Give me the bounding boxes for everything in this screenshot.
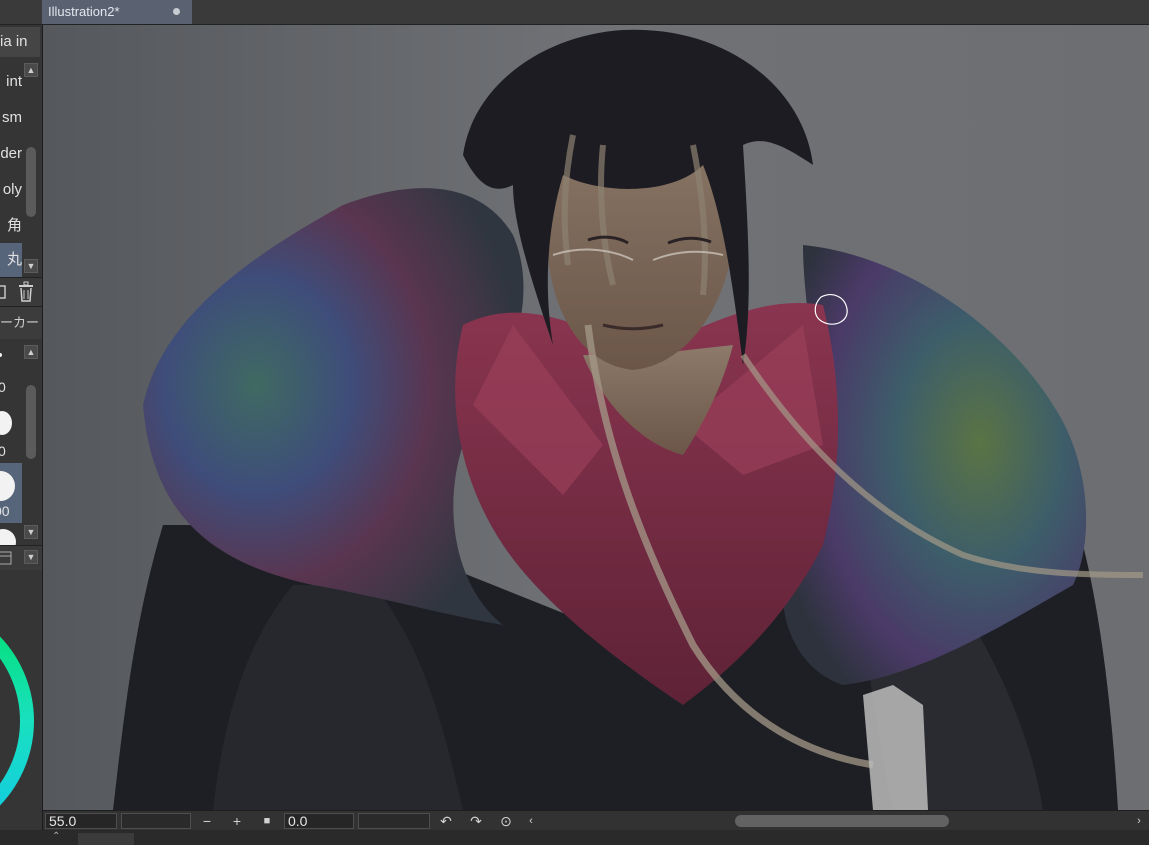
unsaved-dot-icon[interactable]: [173, 8, 180, 15]
rotation-input[interactable]: 0.0: [284, 813, 354, 829]
brush-item-label: 角: [6, 217, 22, 234]
brush-item-6[interactable]: 丸: [0, 243, 22, 277]
zoom-in-icon[interactable]: +: [227, 811, 247, 831]
brush-item-3[interactable]: der: [0, 137, 22, 171]
brush-list-toolbar: [0, 277, 42, 307]
brush-size-label: 0: [0, 443, 6, 459]
color-wheel[interactable]: [0, 573, 42, 845]
brush-size-item[interactable]: 0: [0, 341, 22, 401]
panel-dropdown-icon[interactable]: ▼: [24, 550, 38, 564]
size-list-scroll-down-icon[interactable]: ▼: [24, 525, 38, 539]
brush-item-2[interactable]: sm: [0, 101, 22, 135]
color-wheel-panel: [0, 573, 42, 845]
drawing-canvas[interactable]: [43, 25, 1149, 810]
size-list-scroll-up-icon[interactable]: ▲: [24, 345, 38, 359]
brush-item-label: sm: [2, 109, 22, 126]
illustration-artwork: [43, 25, 1149, 810]
size-panel-toolbar: ▼: [0, 545, 42, 570]
brush-item-label: oly: [2, 181, 22, 198]
document-tab[interactable]: Illustration2*: [42, 0, 192, 24]
brush-item-5[interactable]: 角: [0, 209, 22, 243]
reset-rotation-icon[interactable]: ⊙: [496, 811, 516, 831]
collapse-up-icon[interactable]: ⌃: [52, 831, 60, 842]
size-list-scrollbar[interactable]: [26, 385, 36, 459]
brush-list-scroll-up-icon[interactable]: ▲: [24, 63, 38, 77]
bottom-panel-bar: ⌃: [0, 830, 1149, 845]
brush-size-item[interactable]: 0: [0, 401, 22, 461]
brush-size-label: 0: [0, 379, 6, 395]
brush-item-1[interactable]: int: [0, 65, 22, 99]
horizontal-scroll-thumb[interactable]: [735, 815, 949, 827]
brush-size-preview-icon: [0, 411, 12, 435]
rotate-left-icon[interactable]: ↶: [436, 811, 456, 831]
brush-item-label: 丸: [6, 251, 22, 268]
rotate-right-icon[interactable]: ↷: [466, 811, 486, 831]
zoom-out-icon[interactable]: −: [197, 811, 217, 831]
horizontal-scrollbar[interactable]: [529, 813, 1135, 829]
fit-to-window-icon[interactable]: ■: [257, 811, 277, 831]
trash-icon[interactable]: [16, 281, 36, 303]
brush-item-label: int: [6, 73, 22, 90]
scroll-right-icon[interactable]: ›: [1129, 811, 1149, 831]
brush-size-preview-icon: [0, 353, 2, 357]
zoom-slider[interactable]: [121, 813, 191, 829]
sub-tool-tab[interactable]: ーカー: [0, 307, 42, 339]
brush-list-scroll-down-icon[interactable]: ▼: [24, 259, 38, 273]
sub-tool-tab-label: ーカー: [0, 315, 40, 330]
panel-menu-icon[interactable]: [0, 551, 12, 565]
document-tab-title: Illustration2*: [48, 4, 120, 19]
brush-list-scrollbar[interactable]: [26, 147, 36, 217]
brush-size-list: 0 0 00: [0, 341, 22, 555]
brush-size-label: 00: [0, 503, 10, 519]
zoom-input[interactable]: 55.0: [45, 813, 117, 829]
brush-size-item-selected[interactable]: 00: [0, 463, 22, 523]
bottom-panel-tab[interactable]: [78, 833, 134, 845]
rotation-slider[interactable]: [358, 813, 430, 829]
canvas-status-bar: 55.0 − + ■ 0.0 ↶ ↷ ⊙ ‹ ›: [43, 810, 1149, 831]
document-tab-bar: Illustration2*: [0, 0, 1149, 25]
brush-set-title[interactable]: ia in: [0, 27, 40, 57]
brush-set-title-label: ia in: [0, 33, 28, 50]
brush-size-preview-icon: [0, 471, 15, 501]
left-tool-panel: ia in int sm der oly 角 丸 ▲ ▼ ーカー 0 0 00: [0, 25, 43, 845]
brush-item-label: der: [0, 145, 22, 162]
brush-item-4[interactable]: oly: [0, 173, 22, 207]
